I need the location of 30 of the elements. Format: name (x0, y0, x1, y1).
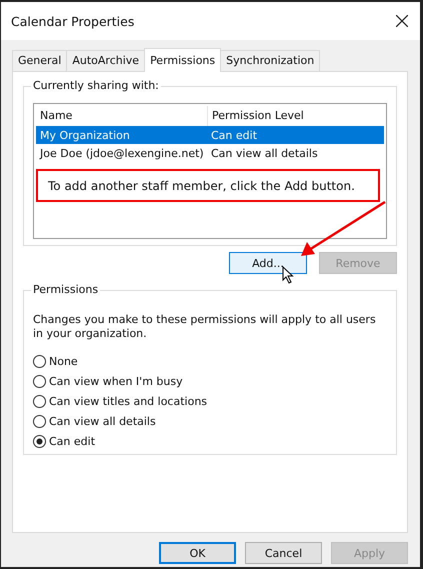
name-cell-text: My Organization (39, 128, 131, 142)
radio-label[interactable]: Can view all details (49, 415, 156, 428)
tab[interactable]: Synchronization (220, 50, 320, 71)
tab[interactable]: Permissions (144, 48, 222, 72)
callout: To add another staff member, click the Add button. (36, 169, 380, 202)
list-row[interactable]: My Organization Can edit (36, 126, 384, 144)
cursor-icon (282, 266, 294, 284)
radio-label[interactable]: None (49, 355, 78, 368)
radio-button[interactable] (33, 435, 46, 448)
description-text: Changes you make to these permissions will apply to all users in your organization. (33, 313, 377, 341)
list-action-button[interactable]: Add... (229, 252, 307, 274)
window-title: Calendar Properties (11, 14, 134, 28)
group-label: Permissions (31, 283, 100, 296)
radio-button[interactable] (33, 355, 46, 368)
radio-label[interactable]: Can view when I'm busy (49, 375, 183, 388)
radio-button[interactable] (33, 415, 46, 428)
radio-button[interactable] (33, 375, 46, 388)
radio-label[interactable]: Can view titles and locations (49, 395, 208, 408)
close-icon[interactable] (396, 15, 408, 27)
name-cell-text: Joe Doe (jdoe@lexengine.net) (38, 146, 205, 160)
tab[interactable]: General (12, 50, 68, 71)
radio-button[interactable] (33, 395, 46, 408)
column-header[interactable]: Name (36, 106, 207, 126)
level-cell-text: Can view all details (210, 146, 319, 160)
radio-label[interactable]: Can edit (49, 435, 96, 448)
group-label: Currently sharing with: (31, 79, 161, 92)
list-row[interactable]: Joe Doe (jdoe@lexengine.net) Can view all details (36, 144, 384, 162)
dialog-button[interactable]: Cancel (245, 542, 322, 564)
dialog-button[interactable]: OK (159, 542, 236, 564)
level-cell-text: Can edit (210, 128, 258, 142)
